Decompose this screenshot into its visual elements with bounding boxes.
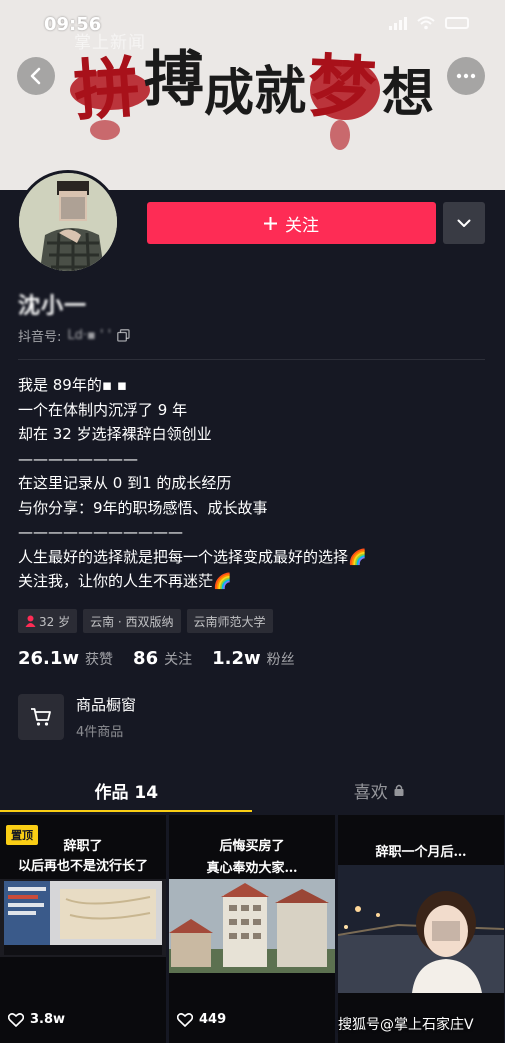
video-like-count: 3.8w (8, 1012, 65, 1027)
stat-following[interactable]: 86 关注 (133, 648, 192, 669)
source-watermark: 搜狐号@掌上石家庄V (338, 1017, 474, 1033)
back-button[interactable] (17, 57, 55, 95)
profile-tags: 32 岁 云南 · 西双版纳 云南师范大学 (18, 609, 273, 633)
tag-school: 云南师范大学 (186, 609, 273, 633)
bio-line: ———————— (18, 449, 138, 468)
more-options-button[interactable] (447, 57, 485, 95)
stat-followers[interactable]: 1.2w 粉丝 (212, 648, 295, 669)
tab-likes[interactable]: 喜欢 (253, 768, 505, 812)
status-time: 09:56 (44, 14, 102, 35)
video-caption: 辞职了 (63, 839, 103, 854)
wifi-icon (417, 16, 435, 30)
bio-line: 一个在体制内沉浮了 9 年 (18, 400, 188, 419)
shop-window[interactable]: 商品橱窗 4件商品 (18, 694, 136, 740)
video-cover-image (0, 879, 166, 957)
douyin-id: 抖音号: Ld·▪ ' ' (18, 326, 130, 345)
tag-location: 云南 · 西双版纳 (83, 609, 181, 633)
recommend-dropdown-button[interactable] (443, 202, 485, 244)
profile-banner: 拼 搏 成 就 梦 想 掌上新闻 09:56 (0, 0, 505, 190)
video-caption: 辞职一个月后… (375, 845, 467, 860)
bio-line: ——————————— (18, 523, 183, 541)
video-thumbnail[interactable]: 置顶 辞职了 以后再也不是沈行长了 3.8w (0, 815, 166, 1043)
plus-icon (264, 216, 277, 230)
chevron-left-icon (30, 67, 41, 85)
nickname: 沈小一 (18, 294, 88, 319)
avatar-image (19, 173, 117, 271)
bio-line: 人生最好的选择就是把每一个选择变成最好的选择🌈 (18, 547, 367, 566)
follow-label: 关注 (285, 215, 319, 236)
shop-subtitle: 4件商品 (76, 725, 124, 740)
bio-line: 与你分享：9年的职场感悟、成长故事 (18, 498, 268, 517)
shopping-cart-icon (31, 708, 51, 726)
copy-icon[interactable] (117, 329, 130, 342)
bio-line: 我是 89年的▪ ▪ (18, 376, 127, 394)
video-grid: 置顶 辞职了 以后再也不是沈行长了 3.8w 后悔买房了 真心奉劝大家… 449… (0, 815, 505, 1043)
video-caption: 以后再也不是沈行长了 (17, 859, 148, 874)
heart-icon (177, 1012, 193, 1027)
bio: 我是 89年的▪ ▪ 一个在体制内沉浮了 9 年 却在 32 岁选择裸辞白领创业… (18, 373, 488, 594)
shop-title: 商品橱窗 (76, 696, 137, 714)
signal-icon (389, 16, 407, 30)
bio-line: 在这里记录从 0 到1 的成长经历 (18, 474, 232, 492)
video-thumbnail[interactable]: 辞职一个月后… (338, 815, 504, 1043)
avatar[interactable] (16, 170, 120, 274)
heart-icon (8, 1012, 24, 1027)
stat-likes: 26.1w 获赞 (18, 648, 114, 669)
video-cover-image (169, 879, 335, 973)
video-caption: 后悔买房了 (219, 839, 285, 854)
chevron-down-icon (457, 219, 471, 227)
tag-age: 32 岁 (18, 609, 78, 633)
video-like-count: 449 (177, 1012, 226, 1027)
follow-button[interactable]: 关注 (147, 202, 436, 244)
douyin-id-value: Ld·▪ ' ' (67, 328, 112, 343)
tab-indicator (0, 810, 252, 812)
profile-stats: 26.1w 获赞 86 关注 1.2w 粉丝 (18, 648, 315, 669)
tab-works[interactable]: 作品 14 (0, 768, 253, 812)
video-thumbnail[interactable]: 后悔买房了 真心奉劝大家… 449 (169, 815, 335, 1043)
video-cover-image (338, 865, 504, 993)
bio-line: 关注我，让你的人生不再迷茫🌈 (18, 572, 232, 590)
shop-icon-box (18, 694, 64, 740)
status-icons (389, 16, 469, 30)
ellipsis-icon (456, 73, 476, 79)
profile-tabs: 作品 14 喜欢 (0, 768, 505, 812)
douyin-id-label: 抖音号: (18, 330, 62, 345)
video-caption: 真心奉劝大家… (206, 861, 298, 876)
banner-title: 拼 搏 成 就 梦 想 (71, 45, 435, 131)
female-icon (25, 615, 36, 627)
bio-line: 却在 32 岁选择裸辞白领创业 (18, 425, 212, 443)
divider (18, 359, 485, 360)
battery-icon (445, 17, 469, 29)
lock-icon (394, 784, 404, 796)
